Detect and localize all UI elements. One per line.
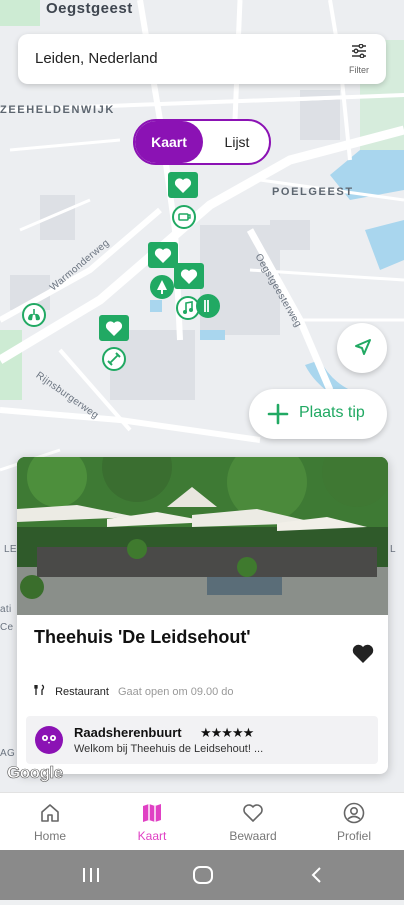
place-card[interactable]: Theehuis 'De Leidsehout' Restaurant Gaat… bbox=[17, 457, 388, 774]
system-nav-icons bbox=[83, 866, 321, 884]
profile-icon bbox=[343, 802, 365, 824]
tab-home[interactable]: Home bbox=[10, 793, 90, 851]
place-title: Theehuis 'De Leidsehout' bbox=[34, 627, 251, 647]
filter-label: Filter bbox=[349, 65, 369, 75]
location-search-bar[interactable]: Leiden, Nederland Filter bbox=[18, 34, 386, 84]
sliders-icon bbox=[352, 43, 366, 59]
heart-icon[interactable] bbox=[351, 643, 375, 665]
place-meta: Restaurant Gaat open om 09.00 do bbox=[34, 684, 234, 698]
tab-profiel[interactable]: Profiel bbox=[314, 793, 394, 851]
map-icon bbox=[143, 804, 161, 822]
map-label-poelgeest: POELGEEST bbox=[272, 186, 354, 198]
map-label-oegstgeest: Oegstgeest bbox=[46, 0, 133, 17]
cutlery-icon bbox=[196, 294, 220, 318]
add-tip-button[interactable]: Plaats tip bbox=[249, 389, 387, 439]
tab-bewaard-label: Bewaard bbox=[229, 829, 277, 843]
google-logo: Google bbox=[7, 763, 64, 783]
map-label-edge-1: LE bbox=[4, 544, 17, 555]
filter-button[interactable]: Filter bbox=[344, 43, 374, 75]
avatar bbox=[35, 726, 63, 754]
home-circle-icon[interactable] bbox=[193, 866, 213, 884]
map-label-edge-2: ati bbox=[0, 604, 12, 615]
locate-me-button[interactable] bbox=[337, 323, 387, 373]
map-label-edge-4: AG bbox=[0, 748, 16, 759]
system-navigation-bar bbox=[0, 850, 404, 900]
place-category: Restaurant bbox=[55, 686, 109, 698]
lungs-icon bbox=[22, 303, 46, 327]
add-tip-label: Plaats tip bbox=[299, 404, 365, 421]
map-label-zeeheldenwijk: ZEEHELDENWIJK bbox=[0, 104, 115, 116]
review-author: Raadsherenbuurt bbox=[74, 725, 182, 740]
home-icon bbox=[41, 804, 59, 822]
dumbbell-icon bbox=[102, 347, 126, 371]
owl-avatar-icon bbox=[36, 727, 62, 753]
place-photo bbox=[17, 457, 388, 615]
bottom-navigation: Home Kaart Bewaard Profiel bbox=[0, 792, 404, 851]
cutlery-icon bbox=[34, 684, 45, 695]
navigation-arrow-icon bbox=[355, 339, 371, 355]
tab-kaart-label: Kaart bbox=[137, 829, 167, 843]
cup-icon bbox=[172, 205, 196, 229]
plus-icon bbox=[267, 403, 289, 425]
toggle-kaart[interactable]: Kaart bbox=[135, 121, 203, 163]
review-text: Welkom bij Theehuis de Leidsehout! ... bbox=[74, 743, 264, 755]
toggle-lijst[interactable]: Lijst bbox=[205, 121, 269, 163]
review-stars: ★★★★★ bbox=[200, 725, 254, 740]
tree-icon bbox=[150, 275, 174, 299]
map-label-edge-5: L bbox=[390, 544, 396, 555]
heart-pin-icon bbox=[174, 263, 204, 289]
location-text[interactable]: Leiden, Nederland bbox=[35, 50, 158, 67]
tab-bewaard[interactable]: Bewaard bbox=[213, 793, 293, 851]
back-icon[interactable] bbox=[311, 867, 321, 883]
tab-profiel-label: Profiel bbox=[336, 829, 371, 843]
view-toggle[interactable]: Kaart Lijst bbox=[133, 119, 271, 165]
heart-icon bbox=[243, 804, 263, 822]
recent-apps-icon[interactable] bbox=[83, 868, 99, 882]
place-hours: Gaat open om 09.00 do bbox=[117, 686, 234, 698]
heart-pin-icon bbox=[99, 315, 129, 341]
tab-home-label: Home bbox=[33, 829, 66, 843]
review-snippet[interactable]: Raadsherenbuurt ★★★★★ Welkom bij Theehui… bbox=[26, 716, 378, 764]
tab-kaart[interactable]: Kaart bbox=[112, 793, 192, 851]
map-label-edge-3: Ce bbox=[0, 622, 14, 633]
heart-pin-icon bbox=[168, 172, 198, 198]
